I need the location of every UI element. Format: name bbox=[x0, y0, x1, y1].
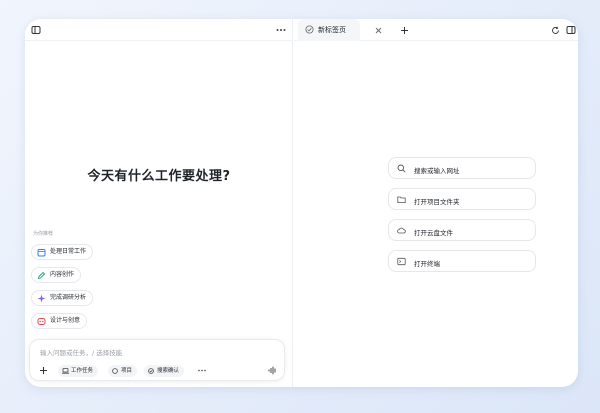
quick-action-label: 打开项目文件夹 bbox=[414, 198, 460, 206]
project-icon bbox=[112, 368, 118, 374]
composer[interactable]: 输入问题或任务，/ 选择技能 工作任务 项目 搜索确认 bbox=[29, 339, 285, 381]
suggestion-label: 处理日常工作 bbox=[50, 248, 87, 255]
suggestion-label: 设计与创意 bbox=[50, 317, 81, 324]
suggestion-label: 内容创作 bbox=[50, 271, 75, 278]
search-icon bbox=[397, 164, 406, 173]
chat-pane: 今天有什么工作要处理? 为你推荐 处理日常工作 内容创作 完成调研分析 设计与创… bbox=[25, 19, 293, 387]
quick-action-cloud-file[interactable]: 打开云盘文件 bbox=[388, 219, 536, 241]
left-topbar bbox=[25, 19, 293, 41]
project-label: 项目 bbox=[121, 368, 133, 374]
tab-bar: 新标签页 bbox=[294, 19, 578, 41]
tab-new-tab[interactable]: 新标签页 bbox=[298, 19, 360, 41]
quick-action-label: 搜索或输入网址 bbox=[414, 167, 460, 175]
terminal-icon bbox=[397, 257, 406, 266]
suggestion-chip-research[interactable]: 完成调研分析 bbox=[31, 290, 94, 306]
search-confirm-toggle[interactable]: 搜索确认 bbox=[144, 365, 185, 377]
more-options-icon[interactable] bbox=[198, 369, 206, 372]
suggestion-chip-daily-work[interactable]: 处理日常工作 bbox=[31, 244, 94, 260]
recommendations-label: 为你推荐 bbox=[33, 231, 54, 237]
mode-label: 工作任务 bbox=[71, 368, 94, 374]
quick-action-search[interactable]: 搜索或输入网址 bbox=[388, 157, 536, 179]
refresh-icon[interactable] bbox=[551, 26, 560, 35]
more-icon[interactable] bbox=[276, 28, 286, 32]
pen-icon bbox=[37, 271, 46, 280]
check-circle-icon bbox=[148, 368, 154, 374]
search-confirm-label: 搜索确认 bbox=[157, 368, 180, 374]
project-selector[interactable]: 项目 bbox=[108, 365, 138, 377]
close-tab-icon[interactable] bbox=[375, 27, 382, 34]
sparkle-icon bbox=[37, 294, 46, 303]
add-icon[interactable] bbox=[39, 366, 48, 375]
sidebar-toggle-icon[interactable] bbox=[31, 25, 41, 35]
calendar-icon bbox=[37, 249, 46, 257]
globe-icon bbox=[305, 25, 314, 34]
folder-icon bbox=[397, 196, 406, 203]
voice-icon[interactable] bbox=[268, 366, 277, 375]
page-heading: 今天有什么工作要处理? bbox=[87, 169, 231, 184]
suggestion-label: 完成调研分析 bbox=[50, 294, 87, 301]
laptop-icon bbox=[62, 368, 69, 374]
browser-pane: 新标签页 搜索或输入网址 打开项目文件夹 打开云盘文件 打开终端 bbox=[294, 19, 578, 387]
suggestion-chip-design[interactable]: 设计与创意 bbox=[31, 313, 88, 329]
app-window: 今天有什么工作要处理? 为你推荐 处理日常工作 内容创作 完成调研分析 设计与创… bbox=[25, 19, 578, 387]
cloud-icon bbox=[397, 227, 406, 234]
palette-icon bbox=[37, 318, 46, 325]
mode-selector[interactable]: 工作任务 bbox=[58, 365, 99, 377]
composer-placeholder[interactable]: 输入问题或任务，/ 选择技能 bbox=[40, 347, 122, 357]
split-view-icon[interactable] bbox=[566, 25, 576, 35]
suggestion-chip-content-creation[interactable]: 内容创作 bbox=[31, 267, 82, 283]
new-tab-icon[interactable] bbox=[400, 26, 409, 35]
tab-label: 新标签页 bbox=[318, 26, 346, 34]
quick-action-terminal[interactable]: 打开终端 bbox=[388, 250, 536, 272]
quick-action-open-folder[interactable]: 打开项目文件夹 bbox=[388, 188, 536, 210]
quick-action-label: 打开云盘文件 bbox=[414, 229, 453, 237]
quick-action-label: 打开终端 bbox=[414, 260, 440, 268]
